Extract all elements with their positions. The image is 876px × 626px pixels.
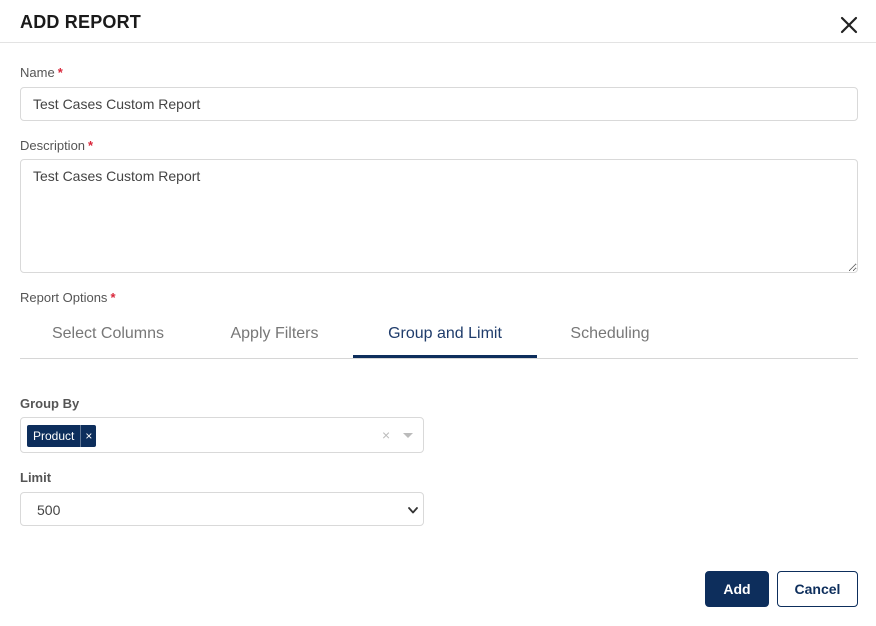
group-by-label: Group By (20, 396, 80, 411)
caret-down-icon[interactable] (403, 433, 413, 438)
limit-label: Limit (20, 470, 52, 485)
chip-remove-button[interactable]: × (80, 425, 96, 447)
close-button[interactable] (838, 14, 860, 36)
tab-apply-filters[interactable]: Apply Filters (196, 315, 353, 358)
report-options-label-text: Report Options (20, 290, 108, 305)
tab-group-and-limit[interactable]: Group and Limit (353, 315, 537, 358)
clear-selection-icon[interactable]: × (382, 427, 390, 443)
close-icon (840, 16, 858, 34)
required-marker: * (110, 290, 116, 305)
chip-label: Product (33, 429, 75, 443)
description-label: Description * (20, 138, 93, 153)
group-by-multiselect[interactable]: Product × × (20, 417, 424, 453)
chevron-down-icon (408, 507, 418, 514)
tab-scheduling[interactable]: Scheduling (537, 315, 683, 358)
cancel-button[interactable]: Cancel (777, 571, 858, 607)
description-label-text: Description (20, 138, 86, 153)
limit-value: 500 (37, 502, 61, 518)
report-options-tabs: Select Columns Apply Filters Group and L… (20, 315, 858, 359)
name-label: Name * (20, 65, 63, 80)
report-options-label: Report Options * (20, 290, 116, 305)
limit-select[interactable]: 500 (20, 492, 424, 526)
add-report-dialog: ADD REPORT Name* Description* Test Cases… (0, 0, 876, 626)
required-marker: * (88, 138, 94, 153)
name-input[interactable] (20, 87, 858, 121)
dialog-header: ADD REPORT (0, 0, 876, 43)
dialog-title: ADD REPORT (20, 12, 142, 32)
description-textarea[interactable]: Test Cases Custom Report (20, 159, 858, 273)
required-marker: * (57, 65, 63, 80)
add-button[interactable]: Add (705, 571, 769, 607)
tab-select-columns[interactable]: Select Columns (20, 315, 196, 358)
group-by-chip-product: Product × (27, 425, 97, 447)
name-label-text: Name (20, 65, 55, 80)
